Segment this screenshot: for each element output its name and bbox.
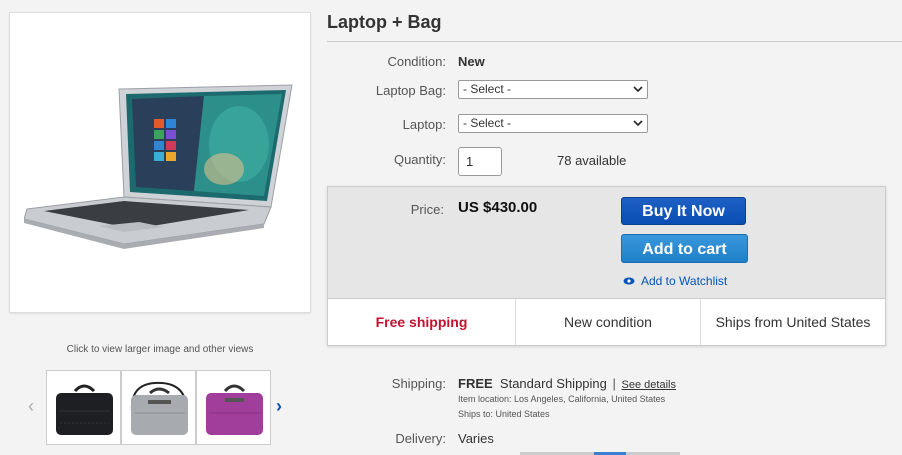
feature-free-shipping: Free shipping — [375, 314, 468, 330]
thumbnail-grey-bag[interactable] — [121, 370, 196, 445]
delivery-label: Delivery: — [395, 431, 446, 446]
condition-label: Condition: — [387, 54, 446, 69]
shipping-separator: | — [612, 376, 616, 391]
laptop-label: Laptop: — [402, 117, 446, 132]
feature-ships-from: Ships from United States — [700, 299, 885, 345]
thumbnail-purple-bag[interactable] — [196, 370, 271, 445]
buy-it-now-button[interactable]: Buy It Now — [621, 197, 746, 225]
price-panel: Price: US $430.00 Buy It Now Add to cart… — [327, 186, 886, 346]
image-caption: Click to view larger image and other vie… — [66, 344, 254, 355]
price-label: Price: — [410, 202, 444, 217]
quantity-input[interactable]: 1 — [458, 147, 502, 176]
shipping-summary: FREE Standard Shipping | See details — [458, 376, 676, 391]
shipping-free: FREE — [458, 376, 493, 391]
chevron-down-icon — [633, 120, 643, 127]
delivery-value: Varies — [458, 431, 494, 446]
add-to-cart-button[interactable]: Add to cart — [621, 234, 748, 263]
eye-icon — [623, 277, 635, 285]
add-to-watchlist-label: Add to Watchlist — [641, 274, 728, 288]
laptop-select-value: - Select - — [463, 116, 512, 130]
ships-to: Ships to: United States — [458, 409, 550, 419]
condition-value: New — [458, 54, 485, 69]
available-count: 78 available — [557, 153, 627, 168]
shipping-method: Standard Shipping — [499, 376, 607, 391]
shipping-label: Shipping: — [391, 376, 446, 391]
see-details-link[interactable]: See details — [622, 379, 676, 391]
product-title: Laptop + Bag — [327, 12, 442, 32]
laptop-bag-label: Laptop Bag: — [375, 83, 446, 98]
price-section: Price: US $430.00 Buy It Now Add to cart… — [328, 187, 885, 299]
laptop-select[interactable]: - Select - — [458, 114, 648, 133]
chevron-down-icon — [633, 86, 643, 93]
main-product-image[interactable] — [9, 12, 311, 313]
chevron-left-icon[interactable]: ‹ — [28, 396, 34, 416]
thumbnail-black-bag[interactable] — [46, 370, 121, 445]
add-to-watchlist-link[interactable]: Add to Watchlist — [623, 274, 727, 288]
quantity-label: Quantity: — [393, 152, 446, 167]
laptop-bag-select[interactable]: - Select - — [458, 80, 648, 99]
price-value: US $430.00 — [458, 199, 538, 216]
feature-new-condition: New condition — [515, 299, 700, 345]
chevron-right-icon[interactable]: › — [276, 396, 282, 416]
laptop-bag-select-value: - Select - — [463, 82, 512, 96]
item-location: Item location: Los Angeles, California, … — [458, 394, 666, 404]
title-divider — [327, 41, 902, 42]
laptop-image — [24, 84, 293, 249]
